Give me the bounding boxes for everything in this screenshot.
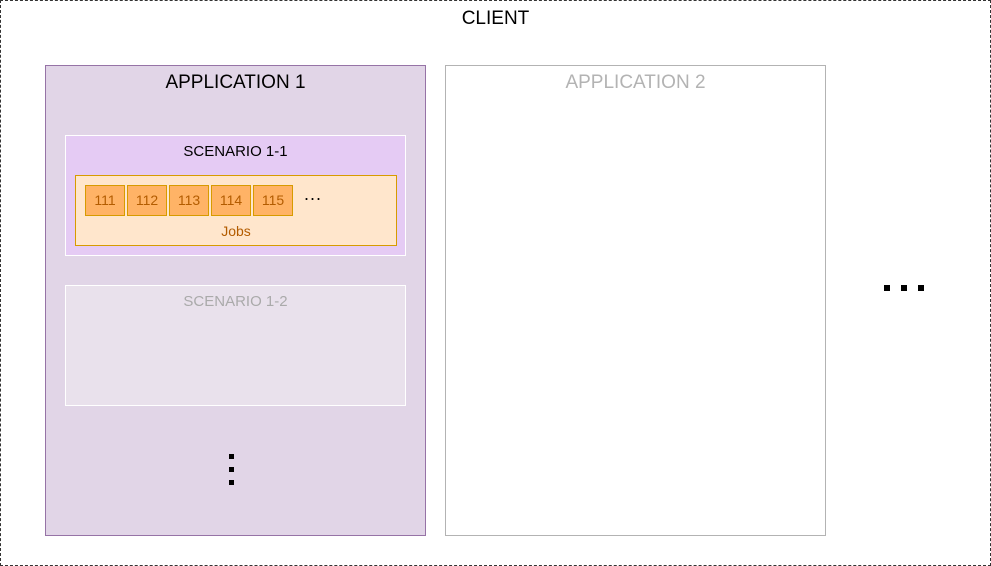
ellipsis-dot	[229, 467, 234, 472]
scenario-1-2-box: SCENARIO 1-2	[65, 285, 406, 406]
job-112: 112	[127, 185, 167, 216]
ellipsis-dot	[884, 285, 890, 291]
job-111: 111	[85, 185, 125, 216]
jobs-container: 111 112 113 114 115 ... Jobs	[75, 175, 397, 246]
ellipsis-dot	[229, 480, 234, 485]
job-113: 113	[169, 185, 209, 216]
application-2-title: APPLICATION 2	[565, 72, 706, 93]
jobs-label: Jobs	[221, 223, 251, 239]
scenario-1-2-title: SCENARIO 1-2	[183, 293, 288, 310]
more-applications-horizontal-ellipsis	[884, 285, 928, 293]
job-115: 115	[253, 185, 293, 216]
ellipsis-dot	[918, 285, 924, 291]
scenario-1-1-title: SCENARIO 1-1	[183, 143, 288, 160]
ellipsis-dot	[901, 285, 907, 291]
jobs-more-ellipsis: ...	[304, 184, 323, 204]
application-1-box: APPLICATION 1 SCENARIO 1-1 111 112 113 1…	[45, 65, 426, 536]
job-114: 114	[211, 185, 251, 216]
application-2-box: APPLICATION 2	[445, 65, 826, 536]
more-scenarios-vertical-ellipsis	[229, 454, 237, 488]
scenario-1-1-box: SCENARIO 1-1 111 112 113 114 115 ... Job…	[65, 135, 406, 256]
ellipsis-dot	[229, 454, 234, 459]
client-title: CLIENT	[461, 8, 530, 29]
application-1-title: APPLICATION 1	[165, 72, 306, 93]
